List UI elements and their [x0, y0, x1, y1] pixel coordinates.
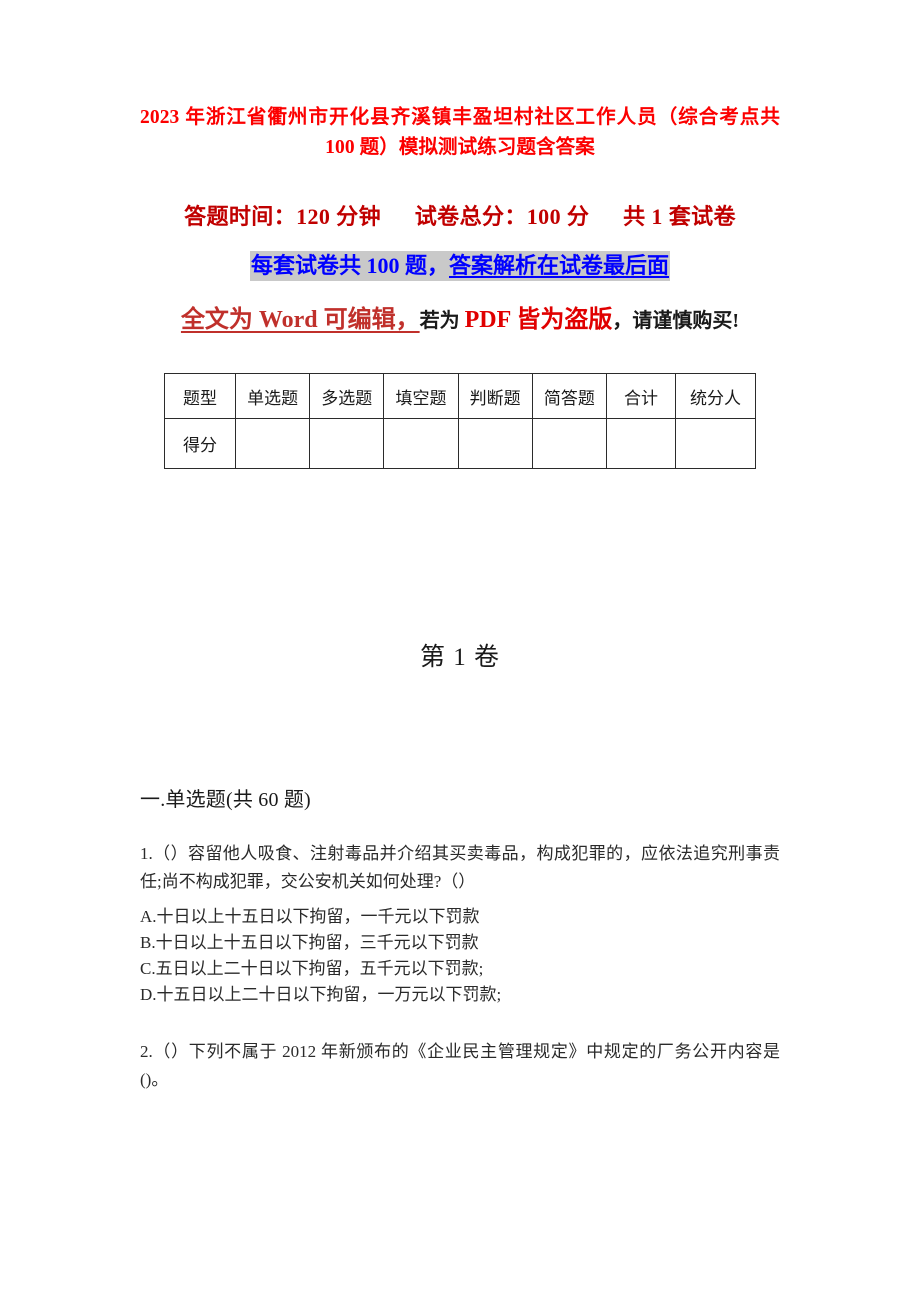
score-table-header-cell: 多选题 [309, 373, 385, 419]
exam-meta-line-answers: 每套试卷共 100 题，答案解析在试卷最后面 [140, 251, 780, 282]
answers-location-link[interactable]: 答案解析在试卷最后面 [449, 253, 669, 278]
section-heading-single-choice: 一.单选题(共 60 题) [140, 789, 311, 811]
option-b[interactable]: B.十日以上十五日以下拘留，三千元以下罚款 [140, 930, 780, 956]
notice-dark-part-1: 若为 [419, 310, 465, 333]
question-options: A.十日以上十五日以下拘留，一千元以下罚款 B.十日以上十五日以下拘留，三千元以… [140, 904, 780, 1008]
notice-dark-part-2: ，请谨慎购买! [612, 310, 740, 333]
option-d[interactable]: D.十五日以上二十日以下拘留，一万元以下罚款; [140, 982, 780, 1008]
score-table-header-cell: 统分人 [675, 373, 756, 419]
score-cell[interactable] [309, 418, 385, 469]
table-row: 得分 [164, 418, 756, 469]
score-cell[interactable] [675, 418, 756, 469]
score-row-label: 得分 [164, 418, 236, 469]
score-table-header-cell: 判断题 [457, 373, 533, 419]
exam-meta-line-notice: 全文为 Word 可编辑，若为 PDF 皆为盗版，请谨慎购买! [140, 301, 780, 340]
score-table-header-cell: 单选题 [234, 373, 311, 419]
document-page: 2023 年浙江省衢州市开化县齐溪镇丰盈坦村社区工作人员（综合考点共 100 题… [0, 0, 920, 1302]
per-paper-prefix: 每套试卷共 100 题， [250, 253, 449, 279]
option-c[interactable]: C.五日以上二十日以下拘留，五千元以下罚款; [140, 956, 780, 982]
score-table-header-cell: 填空题 [383, 373, 459, 419]
exam-total-score-label: 试卷总分：100 分 [414, 204, 590, 230]
score-table-wrapper: 题型 单选题 多选题 填空题 判断题 简答题 合计 统分人 得分 [140, 373, 780, 469]
document-title: 2023 年浙江省衢州市开化县齐溪镇丰盈坦村社区工作人员（综合考点共 100 题… [140, 107, 780, 159]
word-editable-notice: 全文为 Word 可编辑， [180, 307, 420, 334]
question-item: 1.（）容留他人吸食、注射毒品并介绍其买卖毒品，构成犯罪的，应依法追究刑事责任;… [140, 840, 780, 1008]
exam-meta-block: 答题时间：120 分钟 试卷总分：100 分 共 1 套试卷 每套试卷共 100… [140, 199, 780, 340]
per-paper-highlight: 每套试卷共 100 题，答案解析在试卷最后面 [249, 251, 671, 282]
volume-heading: 第 1 卷 [419, 644, 500, 671]
question-stem: 2.（）下列不属于 2012 年新颁布的《企业民主管理规定》中规定的厂务公开内容… [140, 1042, 780, 1089]
score-cell[interactable] [383, 418, 459, 469]
score-cell[interactable] [457, 418, 533, 469]
score-cell[interactable] [606, 418, 676, 469]
question-stem: 1.（）容留他人吸食、注射毒品并介绍其买卖毒品，构成犯罪的，应依法追究刑事责任;… [140, 844, 780, 891]
score-table-header-cell: 题型 [164, 373, 236, 419]
option-a[interactable]: A.十日以上十五日以下拘留，一千元以下罚款 [140, 904, 780, 930]
score-cell[interactable] [531, 418, 608, 469]
pdf-piracy-notice: PDF 皆为盗版 [464, 307, 613, 334]
score-table-header-cell: 合计 [606, 373, 676, 419]
question-item: 2.（）下列不属于 2012 年新颁布的《企业民主管理规定》中规定的厂务公开内容… [140, 1038, 780, 1093]
exam-duration-label: 答题时间：120 分钟 [184, 204, 381, 230]
score-table: 题型 单选题 多选题 填空题 判断题 简答题 合计 统分人 得分 [164, 373, 756, 469]
score-table-header-cell: 简答题 [531, 373, 608, 419]
table-row: 题型 单选题 多选题 填空题 判断题 简答题 合计 统分人 [164, 373, 756, 419]
score-cell[interactable] [234, 418, 311, 469]
exam-paper-count-label: 共 1 套试卷 [623, 204, 736, 230]
exam-meta-line-duration: 答题时间：120 分钟 试卷总分：100 分 共 1 套试卷 [140, 199, 780, 231]
